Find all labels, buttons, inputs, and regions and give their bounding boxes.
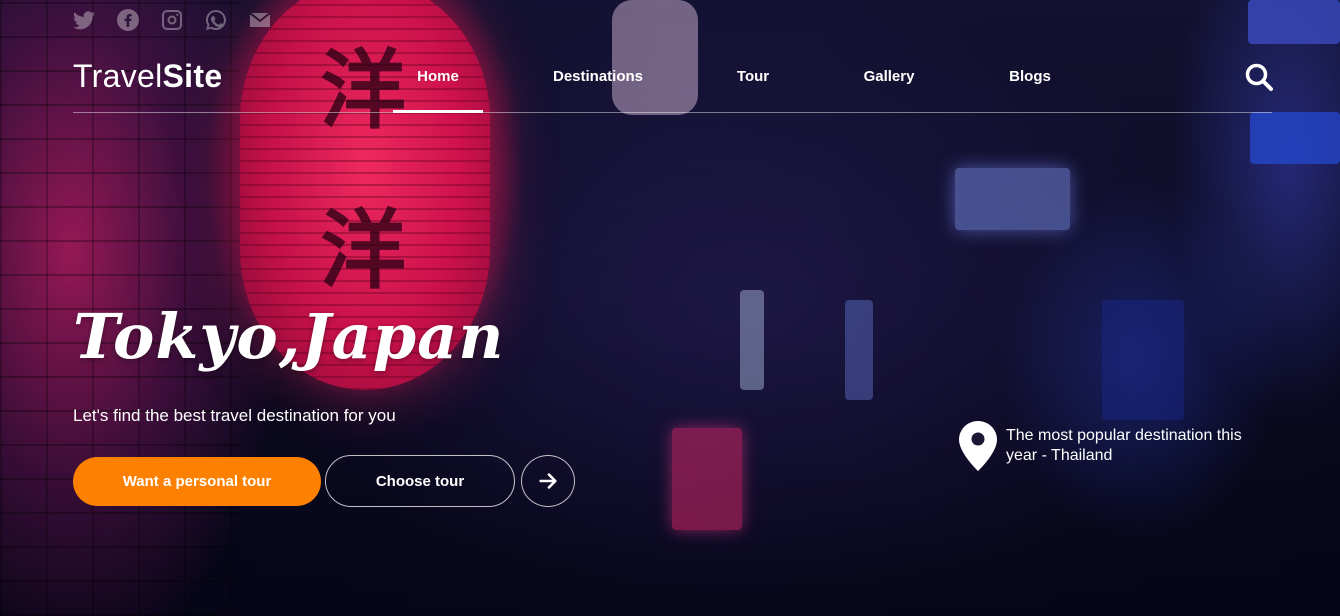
nav-item-gallery[interactable]: Gallery [864,68,915,85]
nav-item-tour[interactable]: Tour [737,68,769,85]
logo-text-site: Site [162,58,223,94]
nav-item-home[interactable]: Home [417,68,459,85]
hero-subtitle: Let's find the best travel destination f… [73,406,396,425]
whatsapp-icon[interactable] [204,8,228,32]
nav-item-destinations[interactable]: Destinations [553,68,643,85]
email-icon[interactable] [248,8,272,32]
nav-divider [73,112,1272,113]
arrow-right-icon [539,473,557,489]
popular-destination: The most popular destination this year -… [958,420,1268,472]
nav-item-blogs[interactable]: Blogs [1009,68,1051,85]
site-logo[interactable]: TravelSite [73,58,222,95]
hero-title: Tokyo,Japan [73,300,505,373]
popular-destination-text: The most popular destination this year -… [1006,427,1242,464]
instagram-icon[interactable] [160,8,184,32]
choose-tour-button[interactable]: Choose tour [325,455,515,507]
logo-text-travel: Travel [73,58,163,94]
personal-tour-button[interactable]: Want a personal tour [73,457,321,506]
facebook-icon[interactable] [116,8,140,32]
search-icon[interactable] [1244,62,1274,92]
twitter-icon[interactable] [72,8,96,32]
map-pin-icon [959,421,997,471]
next-button[interactable] [521,455,575,507]
social-links [72,8,272,32]
